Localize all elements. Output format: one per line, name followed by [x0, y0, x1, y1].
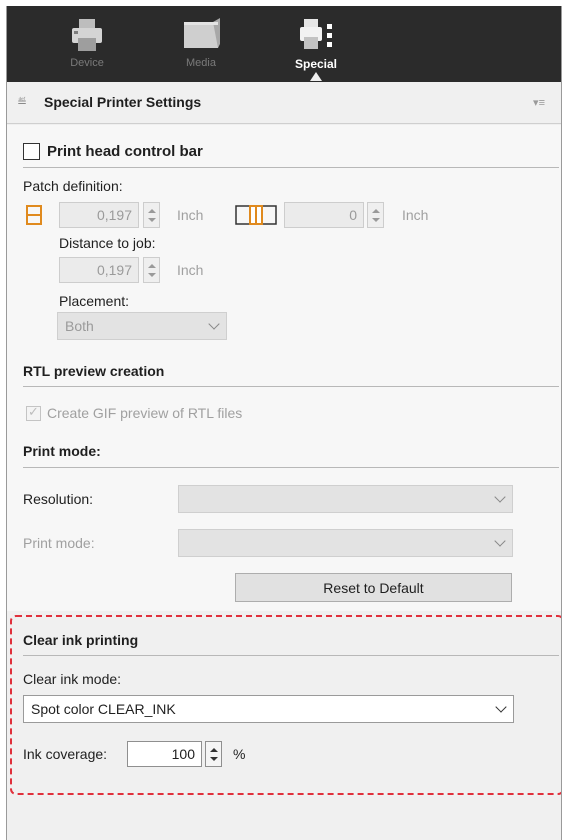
- special-printer-icon: [300, 19, 332, 49]
- distance-unit: Inch: [177, 262, 204, 278]
- distance-stepper[interactable]: [143, 257, 160, 283]
- patch-height-icon: [26, 205, 42, 225]
- media-icon: [184, 18, 220, 48]
- printer-icon: [72, 19, 102, 51]
- resolution-select[interactable]: [178, 485, 513, 513]
- tab-special[interactable]: Special: [276, 6, 356, 82]
- patch-definition-label: Patch definition:: [23, 178, 123, 194]
- patch-width-field[interactable]: 0: [284, 202, 364, 228]
- tab-media-label: Media: [186, 57, 216, 69]
- clear-ink-highlight-outline: [10, 615, 561, 795]
- chevron-down-icon: [494, 535, 506, 547]
- patch-height-field[interactable]: 0,197: [59, 202, 139, 228]
- tab-special-label: Special: [294, 57, 338, 71]
- settings-content: Print head control bar Patch definition:…: [7, 125, 561, 611]
- collapse-chevron-icon[interactable]: ≝: [17, 95, 27, 109]
- placement-value: Both: [65, 318, 94, 334]
- special-settings-window: Device Media Special ≝ Special Printer S…: [6, 6, 562, 840]
- print-head-checkbox[interactable]: [23, 143, 40, 160]
- distance-field[interactable]: 0,197: [59, 257, 139, 283]
- panel-title: Special Printer Settings: [44, 94, 202, 110]
- divider: [23, 467, 559, 468]
- patch-height-unit: Inch: [177, 207, 204, 223]
- tab-device-label: Device: [70, 57, 104, 69]
- rtl-heading: RTL preview creation: [23, 363, 165, 379]
- tab-media[interactable]: Media: [161, 6, 241, 82]
- tab-device[interactable]: Device: [47, 6, 127, 82]
- panel-header[interactable]: ≝ Special Printer Settings ▾≡: [7, 82, 561, 124]
- divider: [23, 167, 559, 168]
- tab-bar: Device Media Special: [7, 6, 561, 82]
- print-mode-select[interactable]: [178, 529, 513, 557]
- divider: [23, 386, 559, 387]
- rtl-gif-checkbox[interactable]: [26, 404, 41, 421]
- print-mode-label: Print mode:: [23, 535, 95, 551]
- patch-width-unit: Inch: [402, 207, 429, 223]
- rtl-gif-label: Create GIF preview of RTL files: [47, 405, 243, 421]
- reset-to-default-button[interactable]: Reset to Default: [235, 573, 512, 602]
- placement-label: Placement:: [59, 293, 130, 309]
- chevron-down-icon: [494, 491, 506, 503]
- active-tab-indicator: [310, 72, 322, 81]
- print-mode-heading: Print mode:: [23, 443, 101, 459]
- distance-label: Distance to job:: [59, 235, 156, 251]
- patch-height-stepper[interactable]: [143, 202, 160, 228]
- chevron-down-icon: [208, 318, 220, 330]
- patch-width-stepper[interactable]: [367, 202, 384, 228]
- placement-select[interactable]: Both: [57, 312, 227, 340]
- panel-menu-icon[interactable]: ▾≡: [533, 96, 545, 109]
- resolution-label: Resolution:: [23, 491, 94, 507]
- print-head-label: Print head control bar: [47, 143, 203, 160]
- patch-width-icon: [235, 205, 277, 225]
